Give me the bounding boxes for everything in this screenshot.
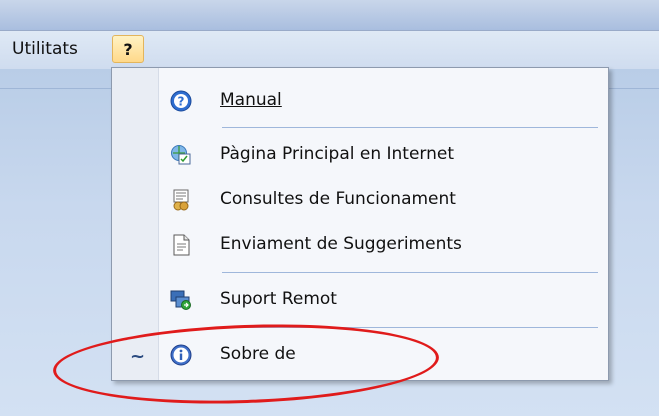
menu-bar: Utilitats ?	[0, 31, 659, 69]
menu-item-suggestions[interactable]: Enviament de Suggeriments	[160, 225, 600, 265]
menu-separator	[222, 127, 598, 128]
faq-icon	[170, 189, 192, 211]
menu-item-label: Pàgina Principal en Internet	[220, 144, 454, 164]
help-circle-icon: ?	[170, 90, 192, 112]
menu-item-label: Enviament de Suggeriments	[220, 234, 462, 254]
web-page-icon	[170, 144, 192, 166]
menu-utilitats[interactable]: Utilitats	[12, 39, 78, 59]
menu-item-label: Manual	[220, 90, 282, 110]
menu-help[interactable]: ?	[112, 35, 144, 63]
menu-item-manual[interactable]: ? Manual	[160, 81, 600, 121]
suggestion-document-icon	[170, 234, 192, 256]
menu-item-faq[interactable]: Consultes de Funcionament	[160, 180, 600, 220]
menu-item-homepage[interactable]: Pàgina Principal en Internet	[160, 135, 600, 175]
menu-item-label: Suport Remot	[220, 289, 337, 309]
menu-separator	[222, 272, 598, 273]
window-titlebar	[0, 0, 659, 31]
remote-support-icon	[170, 289, 192, 311]
menu-item-label: Consultes de Funcionament	[220, 189, 456, 209]
menu-item-remote-support[interactable]: Suport Remot	[160, 280, 600, 320]
svg-text:?: ?	[178, 95, 185, 109]
